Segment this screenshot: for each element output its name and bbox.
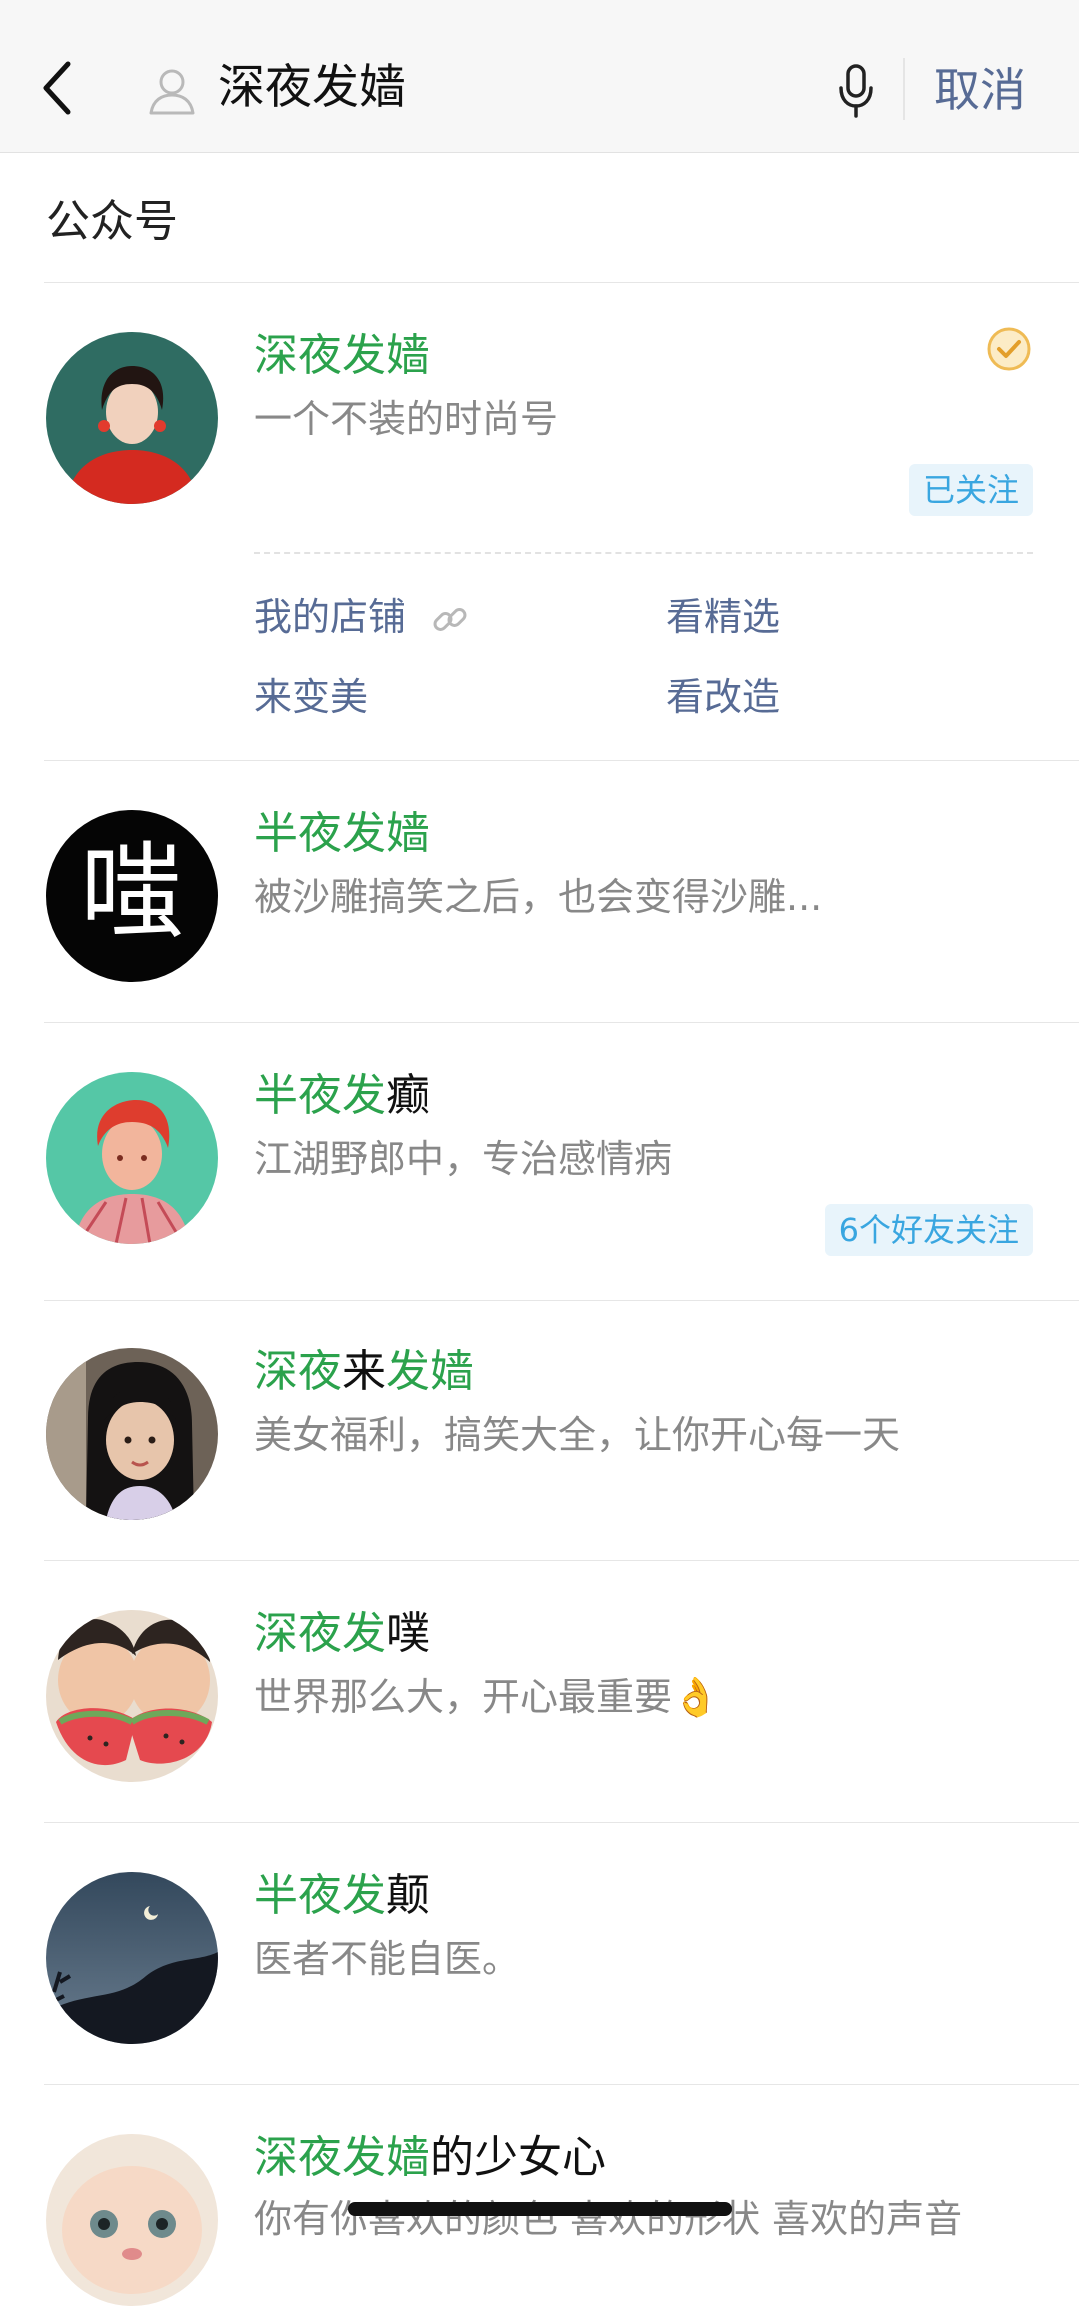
search-header: 深夜发嫱 取消 xyxy=(0,0,1079,153)
menu-my-shop[interactable]: 我的店铺 xyxy=(254,590,470,644)
avatar xyxy=(46,1072,218,1244)
avatar xyxy=(46,2134,218,2306)
name-highlight: 半夜发嫱 xyxy=(254,808,430,859)
menu-picks[interactable]: 看精选 xyxy=(666,590,780,644)
account-description: 被沙雕搞笑之后，也会变得沙雕... xyxy=(254,875,823,919)
avatar xyxy=(46,1348,218,1520)
name-rest: 的少女心 xyxy=(430,2132,606,2183)
avatar xyxy=(46,332,218,504)
name-highlight: 半夜发 xyxy=(254,1870,386,1921)
name-rest: 噗 xyxy=(386,1608,430,1659)
name-highlight: 半夜发 xyxy=(254,1070,386,1121)
avatar xyxy=(46,1872,218,2044)
cancel-button[interactable]: 取消 xyxy=(934,58,1026,122)
avatar xyxy=(46,1610,218,1782)
followed-badge: 已关注 xyxy=(908,464,1033,516)
account-name: 半夜发颠 xyxy=(254,1866,430,1926)
search-input[interactable]: 深夜发嫱 xyxy=(218,56,406,120)
account-description: 美女福利，搞笑大全，让你开心每一天 xyxy=(254,1413,901,1457)
avatar-glyph: 嗤 xyxy=(80,831,184,953)
menu-makeover[interactable]: 看改造 xyxy=(666,670,780,724)
menu-my-shop-label: 我的店铺 xyxy=(254,595,407,639)
name-rest: 颠 xyxy=(386,1870,430,1921)
name-rest: 来 xyxy=(342,1346,386,1397)
dashed-divider xyxy=(254,552,1033,554)
account-name: 半夜发嫱 xyxy=(254,804,430,864)
divider xyxy=(44,760,1079,761)
account-description: 一个不装的时尚号 xyxy=(254,397,559,441)
home-indicator[interactable] xyxy=(348,2202,732,2216)
account-name: 半夜发癫 xyxy=(254,1066,430,1126)
name-highlight: 深夜 xyxy=(254,1346,342,1397)
name-highlight: 深夜发 xyxy=(254,1608,386,1659)
name-highlight: 深夜发嫱 xyxy=(254,330,430,381)
account-description: 江湖野郎中，专治感情病 xyxy=(254,1137,673,1181)
section-title: 公众号 xyxy=(46,196,178,247)
account-name: 深夜发嫱的少女心 xyxy=(254,2128,606,2188)
divider xyxy=(44,1560,1079,1561)
link-icon xyxy=(433,607,467,631)
friends-follow-badge: 6个好友关注 xyxy=(824,1204,1033,1256)
person-icon xyxy=(149,69,195,115)
divider xyxy=(44,282,1079,283)
avatar: 嗤 xyxy=(46,810,218,982)
divider xyxy=(44,1022,1079,1023)
divider xyxy=(44,1822,1079,1823)
account-name: 深夜来发嫱 xyxy=(254,1342,474,1402)
account-name: 深夜发噗 xyxy=(254,1604,430,1664)
name-rest: 癫 xyxy=(386,1070,430,1121)
header-divider xyxy=(903,58,905,120)
menu-beauty[interactable]: 来变美 xyxy=(254,670,368,724)
account-description: 医者不能自医。 xyxy=(254,1937,521,1981)
divider xyxy=(44,2084,1079,2085)
name-highlight: 发嫱 xyxy=(386,1346,474,1397)
back-icon[interactable] xyxy=(38,58,78,118)
account-name: 深夜发嫱 xyxy=(254,326,430,386)
name-highlight: 深夜发嫱 xyxy=(254,2132,430,2183)
divider xyxy=(44,1300,1079,1301)
verified-icon xyxy=(987,327,1031,371)
microphone-icon[interactable] xyxy=(836,60,876,120)
account-description: 世界那么大，开心最重要👌 xyxy=(254,1675,720,1719)
